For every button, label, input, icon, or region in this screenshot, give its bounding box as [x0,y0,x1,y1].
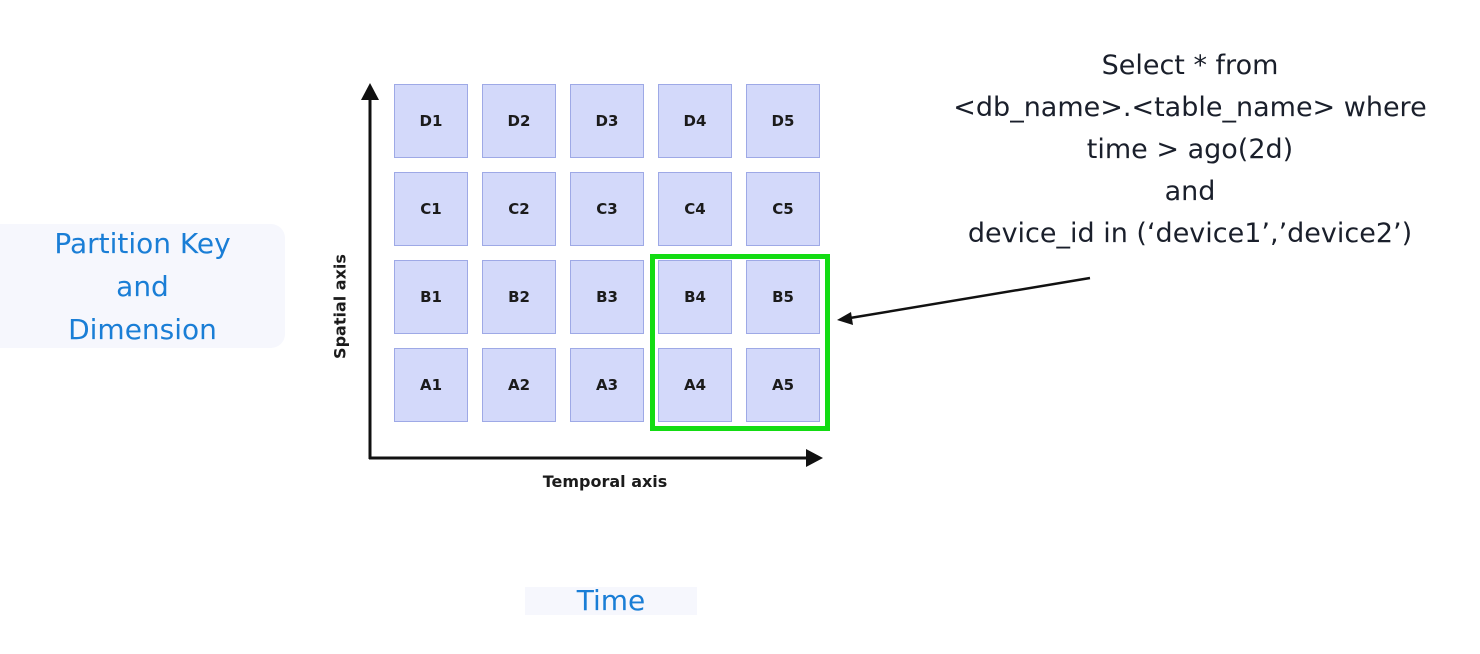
grid-cell-d1: D1 [394,84,468,158]
grid-cell-a1: A1 [394,348,468,422]
query-text: Select * from <db_name>.<table_name> whe… [910,45,1470,255]
query-line-2: <db_name>.<table_name> where [953,92,1427,123]
grid-cell-d3: D3 [570,84,644,158]
grid-cell-c5: C5 [746,172,820,246]
query-pointer-line [849,276,1091,320]
query-line-4: and [1164,176,1216,207]
grid-cell-b2: B2 [482,260,556,334]
grid-cell-d2: D2 [482,84,556,158]
y-axis-arrowhead-icon [361,83,379,100]
grid-cell-c2: C2 [482,172,556,246]
query-highlight-box [650,254,830,431]
grid-cell-d4: D4 [658,84,732,158]
grid-cell-c3: C3 [570,172,644,246]
grid-cell-d5: D5 [746,84,820,158]
x-axis-arrowhead-icon [806,449,823,467]
grid-cell-b3: B3 [570,260,644,334]
query-line-3: time > ago(2d) [1086,134,1294,165]
query-line-5: device_id in (‘device1’,’device2’) [967,218,1413,249]
grid-cell-a2: A2 [482,348,556,422]
query-line-1: Select * from [1101,50,1279,81]
grid-cell-b1: B1 [394,260,468,334]
grid-cell-c4: C4 [658,172,732,246]
spatial-axis-label: Spatial axis [330,254,350,359]
grid-cell-c1: C1 [394,172,468,246]
temporal-axis-label: Temporal axis [542,472,668,491]
grid-cell-a3: A3 [570,348,644,422]
time-label: Time [525,587,697,615]
query-pointer-arrowhead-icon [837,312,853,325]
